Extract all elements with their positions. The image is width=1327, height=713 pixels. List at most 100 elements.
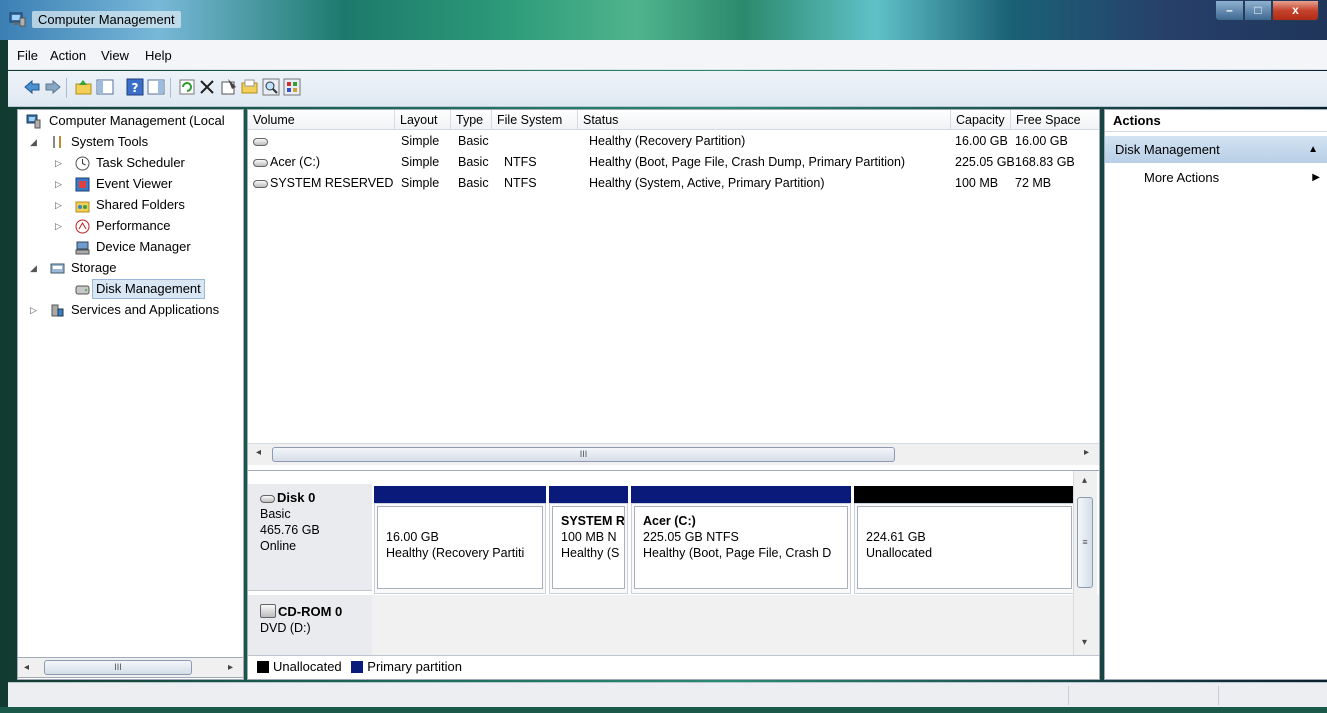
partition-size: 224.61 GB	[866, 530, 926, 544]
partition-title	[386, 513, 542, 529]
show-hide-tree-icon[interactable]	[96, 78, 114, 96]
cdrom-row: CD-ROM 0 DVD (D:)	[248, 595, 1099, 655]
services-icon	[51, 304, 64, 317]
legend-primary-partition: Primary partition	[367, 659, 462, 674]
column-header-free-space[interactable]: Free Space	[1011, 110, 1099, 130]
open-icon[interactable]	[241, 78, 259, 96]
toolbar: ?	[8, 71, 1327, 107]
column-header-volume[interactable]: Volume	[248, 110, 395, 130]
disk-0-state: Online	[260, 539, 297, 553]
search-icon[interactable]	[262, 78, 280, 96]
actions-section-disk-management[interactable]: Disk Management ▲	[1105, 136, 1327, 163]
volume-list-header: Volume Layout Type File System Status Ca…	[248, 110, 1099, 130]
column-header-layout[interactable]: Layout	[395, 110, 451, 130]
partition-recovery[interactable]: 16.00 GB Healthy (Recovery Partiti	[377, 506, 543, 589]
close-button[interactable]: x	[1272, 1, 1319, 21]
scroll-left-icon[interactable]: ◂	[24, 662, 29, 673]
cdrom-0-label[interactable]: CD-ROM 0 DVD (D:)	[248, 595, 372, 655]
status-bar	[8, 682, 1327, 707]
menu-action[interactable]: Action	[50, 48, 86, 63]
menu-help[interactable]: Help	[145, 48, 172, 63]
volume-free-space: 16.00 GB	[1015, 134, 1068, 148]
volume-status: Healthy (System, Active, Primary Partiti…	[589, 176, 825, 190]
up-folder-icon[interactable]	[75, 78, 93, 96]
column-header-type[interactable]: Type	[451, 110, 492, 130]
window-title: Computer Management	[32, 11, 181, 28]
partition-status: Healthy (Recovery Partiti	[386, 546, 525, 560]
disk-0-size: 465.76 GB	[260, 523, 320, 537]
collapse-arrow-icon[interactable]: ◢	[30, 132, 37, 152]
volume-type: Basic	[458, 176, 489, 190]
column-header-file-system[interactable]: File System	[492, 110, 578, 130]
scroll-up-icon[interactable]: ▴	[1082, 475, 1087, 486]
table-row[interactable]: Acer (C:) Simple Basic NTFS Healthy (Boo…	[248, 153, 1099, 172]
collapse-arrow-icon[interactable]: ◢	[30, 258, 37, 278]
show-hide-action-pane-icon[interactable]	[147, 78, 165, 96]
collapse-up-icon[interactable]: ▲	[1308, 136, 1318, 163]
forward-icon[interactable]	[44, 78, 62, 96]
computer-management-icon	[9, 12, 26, 27]
volume-name: SYSTEM RESERVED	[270, 176, 394, 190]
volume-file-system: NTFS	[504, 176, 537, 190]
help-icon[interactable]: ?	[126, 78, 144, 96]
column-header-status[interactable]: Status	[578, 110, 951, 130]
console-tree[interactable]: Computer Management (Local ◢ System Tool…	[17, 109, 244, 680]
minimize-button[interactable]: –	[1215, 1, 1244, 21]
drive-icon	[253, 137, 268, 146]
volume-list-horizontal-scrollbar[interactable]: ◂ III ▸	[248, 443, 1099, 465]
scroll-left-icon[interactable]: ◂	[256, 447, 261, 458]
properties-icon[interactable]	[220, 78, 238, 96]
volume-free-space: 168.83 GB	[1015, 155, 1075, 169]
volume-type: Basic	[458, 155, 489, 169]
system-reserved-partition-bar	[549, 486, 628, 503]
scroll-down-icon[interactable]: ▾	[1082, 637, 1087, 648]
refresh-icon[interactable]	[178, 78, 196, 96]
volume-name: Acer (C:)	[270, 155, 320, 169]
volume-list-scroll-thumb[interactable]: III	[272, 447, 895, 462]
submenu-arrow-icon: ▶	[1312, 172, 1320, 183]
partition-size: 16.00 GB	[386, 530, 439, 544]
disk-icon	[260, 494, 275, 503]
table-row[interactable]: SYSTEM RESERVED Simple Basic NTFS Health…	[248, 174, 1099, 193]
partition-status: Healthy (S	[561, 546, 620, 560]
disk-view-vertical-scrollbar[interactable]: ▴ ≡ ▾	[1073, 471, 1097, 655]
partition-system-reserved[interactable]: SYSTEM R 100 MB N Healthy (S	[552, 506, 625, 589]
expand-arrow-icon[interactable]: ▷	[30, 300, 37, 320]
cdrom-0-name: CD-ROM 0	[278, 604, 343, 619]
partition-legend: Unallocated Primary partition	[248, 655, 1099, 679]
volume-layout: Simple	[401, 155, 440, 169]
partition-status: Unallocated	[866, 546, 933, 560]
more-actions-item[interactable]: More Actions ▶	[1105, 167, 1327, 189]
menu-file[interactable]: File	[17, 48, 38, 63]
delete-icon[interactable]	[198, 78, 216, 96]
performance-icon	[75, 219, 90, 234]
expand-arrow-icon[interactable]: ▷	[55, 174, 62, 194]
title-bar[interactable]: Computer Management – □ x	[0, 0, 1327, 40]
expand-arrow-icon[interactable]: ▷	[55, 195, 62, 215]
computer-management-window: Computer Management – □ x File Action Vi…	[0, 0, 1327, 713]
volume-layout: Simple	[401, 176, 440, 190]
storage-icon	[50, 263, 65, 274]
cdrom-0-drive: DVD (D:)	[260, 621, 311, 635]
expand-arrow-icon[interactable]: ▷	[55, 216, 62, 236]
disk-graphical-view: Disk 0 Basic 465.76 GB Online 16.00 GB H…	[248, 470, 1099, 655]
partition-title: SYSTEM R	[561, 514, 625, 528]
settings-icon[interactable]	[283, 78, 301, 96]
primary-partition-swatch	[351, 661, 364, 673]
menu-view[interactable]: View	[101, 48, 129, 63]
partition-unallocated[interactable]: 224.61 GB Unallocated	[857, 506, 1072, 589]
maximize-button[interactable]: □	[1244, 1, 1272, 21]
scroll-right-icon[interactable]: ▸	[1084, 447, 1089, 458]
scroll-right-icon[interactable]: ▸	[228, 662, 233, 673]
tree-scroll-thumb[interactable]: III	[44, 660, 192, 675]
column-header-capacity[interactable]: Capacity	[951, 110, 1011, 130]
expand-arrow-icon[interactable]: ▷	[55, 153, 62, 173]
partition-status: Healthy (Boot, Page File, Crash D	[643, 546, 832, 560]
disk-0-label[interactable]: Disk 0 Basic 465.76 GB Online	[248, 484, 372, 591]
back-icon[interactable]	[23, 78, 41, 96]
partition-acer-c[interactable]: Acer (C:) 225.05 GB NTFS Healthy (Boot, …	[634, 506, 848, 589]
table-row[interactable]: Simple Basic Healthy (Recovery Partition…	[248, 132, 1099, 151]
drive-icon	[253, 179, 268, 188]
tree-horizontal-scrollbar[interactable]: ◂ III ▸	[17, 657, 244, 678]
disk-view-scroll-thumb[interactable]: ≡	[1077, 497, 1093, 588]
